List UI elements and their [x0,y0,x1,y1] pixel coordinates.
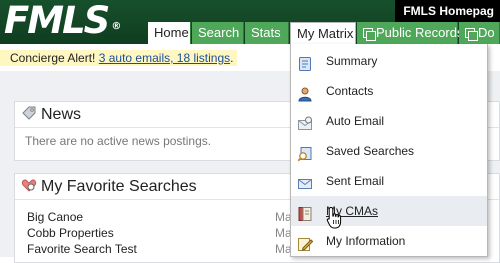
window-icon [363,28,376,41]
envelope-icon [297,173,313,189]
tag-icon [21,104,37,130]
saved-search-icon [297,143,313,162]
tab-label: Stats [251,25,281,40]
alert-link[interactable]: 3 auto emails, 18 listings [99,51,230,65]
concierge-alert: Concierge Alert! 3 auto emails, 18 listi… [0,50,238,66]
tab-home[interactable]: Home [148,22,191,44]
auto-email-icon [297,113,313,130]
favorite-search-icon [21,176,37,202]
menu-item-label: Sent Email [326,174,385,188]
header-bar: FMLS ® FMLS Homepag Home Search Stats My … [0,0,500,44]
favorite-searches-title: My Favorite Searches [41,178,197,195]
menu-item-label: Saved Searches [326,144,415,158]
menu-item-sent-email[interactable]: Sent Email [291,166,487,196]
tab-my-matrix[interactable]: My Matrix [290,22,356,44]
menu-item-my-cmas[interactable]: My CMAs [291,196,487,226]
tab-stats[interactable]: Stats [245,22,289,44]
menu-item-summary[interactable]: Summary [291,46,487,76]
menu-item-contacts[interactable]: Contacts [291,76,487,106]
logo-text: FMLS [4,0,110,42]
search-name: Cobb Properties [27,226,114,240]
search-name: Big Canoe [27,210,84,224]
person-icon [297,83,313,102]
search-name: Favorite Search Test [27,242,137,256]
tab-public-records[interactable]: Public Records [357,22,463,44]
menu-item-label: My CMAs [326,204,378,218]
window-icon [465,28,478,41]
tab-search[interactable]: Search [192,22,244,44]
edit-info-icon [297,233,314,251]
tab-label: Do [478,25,495,40]
menu-item-saved-searches[interactable]: Saved Searches [291,136,487,166]
document-icon [297,53,313,71]
menu-item-label: Auto Email [326,114,385,128]
tab-label: Search [198,25,240,40]
registered-mark: ® [111,21,121,32]
tab-label: Home [154,25,189,40]
alert-prefix: Concierge Alert! [10,51,96,65]
tab-docs[interactable]: Do [459,22,500,44]
fmls-logo[interactable]: FMLS ® [4,0,121,42]
homepage-link[interactable]: FMLS Homepag [395,0,500,22]
alert-suffix: . [230,51,234,65]
cma-icon [297,203,313,221]
menu-item-label: Summary [326,54,378,68]
menu-item-label: Contacts [326,84,374,98]
my-matrix-menu: Summary Contacts Auto Email Saved Search… [290,44,488,257]
news-title: News [41,106,82,123]
menu-item-my-information[interactable]: My Information [291,226,487,256]
tab-label: My Matrix [297,26,354,41]
menu-item-label: My Information [326,234,406,248]
menu-item-auto-email[interactable]: Auto Email [291,106,487,136]
tab-label: Public Records [376,25,464,40]
